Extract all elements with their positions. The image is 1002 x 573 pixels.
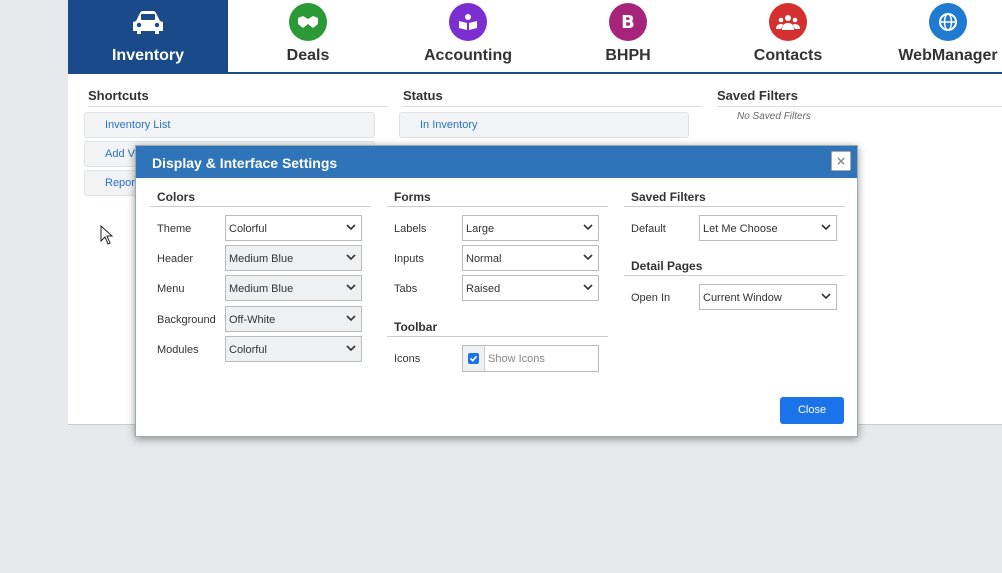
- chevron-down-icon: [346, 254, 356, 261]
- nav-label: Deals: [286, 47, 330, 64]
- background-value: Off-White: [229, 314, 276, 326]
- open-in-label: Open In: [631, 292, 671, 304]
- nav-item-deals[interactable]: Deals: [228, 0, 388, 72]
- tabs-label: Tabs: [394, 283, 418, 295]
- show-icons-label: Show Icons: [488, 353, 545, 365]
- theme-value: Colorful: [229, 223, 267, 235]
- settings-dialog: Display & Interface Settings × Colors Th…: [135, 145, 858, 437]
- shortcuts-title: Shortcuts: [88, 88, 388, 107]
- chevron-down-icon: [346, 315, 356, 322]
- handshake-icon: [289, 3, 327, 41]
- tabs-value: Raised: [466, 283, 501, 295]
- default-filter-value: Let Me Choose: [703, 223, 778, 235]
- inputs-value: Normal: [466, 253, 502, 265]
- chevron-down-icon: [583, 224, 593, 231]
- chevron-down-icon: [346, 345, 356, 352]
- colors-section-title: Colors: [150, 190, 371, 207]
- b-letter-glyph: B: [621, 11, 635, 33]
- chevron-down-icon: [583, 254, 593, 261]
- detail-pages-section-title: Detail Pages: [624, 259, 845, 276]
- labels-label: Labels: [394, 223, 427, 235]
- nav-item-webmanager[interactable]: WebManager: [868, 0, 1002, 72]
- nav-label: Accounting: [424, 47, 512, 64]
- icons-label: Icons: [394, 353, 421, 365]
- chevron-down-icon: [821, 293, 831, 300]
- default-filter-select[interactable]: Let Me Choose: [699, 215, 837, 241]
- dialog-header: Display & Interface Settings ×: [136, 146, 857, 178]
- no-saved-filters-text: No Saved Filters: [737, 111, 811, 122]
- globe-icon: [929, 3, 967, 41]
- background-select[interactable]: Off-White: [225, 306, 362, 332]
- menu-select[interactable]: Medium Blue: [225, 275, 362, 301]
- nav-label: Contacts: [753, 47, 823, 64]
- tabs-select[interactable]: Raised: [462, 275, 599, 301]
- nav-item-bhph[interactable]: B BHPH: [548, 0, 708, 72]
- saved-filters-title: Saved Filters: [717, 88, 1002, 107]
- checkmark-icon: [468, 353, 479, 364]
- b-letter-icon: B: [609, 3, 647, 41]
- menu-value: Medium Blue: [229, 283, 294, 295]
- inputs-select[interactable]: Normal: [462, 245, 599, 271]
- background-label: Background: [157, 314, 216, 326]
- dialog-title: Display & Interface Settings: [152, 155, 338, 171]
- default-label: Default: [631, 223, 666, 235]
- header-select[interactable]: Medium Blue: [225, 245, 362, 271]
- open-in-value: Current Window: [703, 292, 782, 304]
- chevron-down-icon: [583, 284, 593, 291]
- nav-item-contacts[interactable]: Contacts: [708, 0, 868, 72]
- close-button[interactable]: Close: [780, 397, 844, 424]
- theme-select[interactable]: Colorful: [225, 215, 362, 241]
- labels-value: Large: [466, 223, 495, 235]
- car-icon: [129, 3, 167, 41]
- show-icons-checkbox[interactable]: [463, 346, 485, 371]
- toolbar-section-title: Toolbar: [387, 320, 608, 337]
- inputs-label: Inputs: [394, 253, 424, 265]
- show-icons-field: Show Icons: [462, 345, 599, 372]
- nav-label: BHPH: [605, 47, 651, 64]
- saved-filters-section-title: Saved Filters: [624, 190, 845, 207]
- mouse-cursor-icon: [100, 224, 114, 245]
- status-in-inventory[interactable]: In Inventory: [399, 112, 689, 138]
- nav-label: Inventory: [111, 47, 184, 64]
- chevron-down-icon: [346, 224, 356, 231]
- header-value: Medium Blue: [229, 253, 294, 265]
- chevron-down-icon: [346, 284, 356, 291]
- modules-select[interactable]: Colorful: [225, 336, 362, 362]
- chevron-down-icon: [821, 224, 831, 231]
- nav-label: WebManager: [898, 47, 998, 64]
- close-icon[interactable]: ×: [831, 151, 851, 171]
- forms-section-title: Forms: [387, 190, 608, 207]
- open-in-select[interactable]: Current Window: [699, 284, 837, 310]
- shortcut-inventory-list[interactable]: Inventory List: [84, 112, 375, 138]
- people-icon: [769, 3, 807, 41]
- modules-value: Colorful: [229, 344, 267, 356]
- header-label: Header: [157, 253, 194, 265]
- nav-item-inventory[interactable]: Inventory: [68, 0, 228, 72]
- menu-label: Menu: [157, 283, 185, 295]
- top-nav: Inventory Deals Accounting B BHPH Contac…: [68, 0, 1002, 74]
- status-title: Status: [403, 88, 701, 107]
- modules-label: Modules: [157, 344, 199, 356]
- book-icon: [449, 3, 487, 41]
- nav-item-accounting[interactable]: Accounting: [388, 0, 548, 72]
- theme-label: Theme: [157, 223, 192, 235]
- labels-select[interactable]: Large: [462, 215, 599, 241]
